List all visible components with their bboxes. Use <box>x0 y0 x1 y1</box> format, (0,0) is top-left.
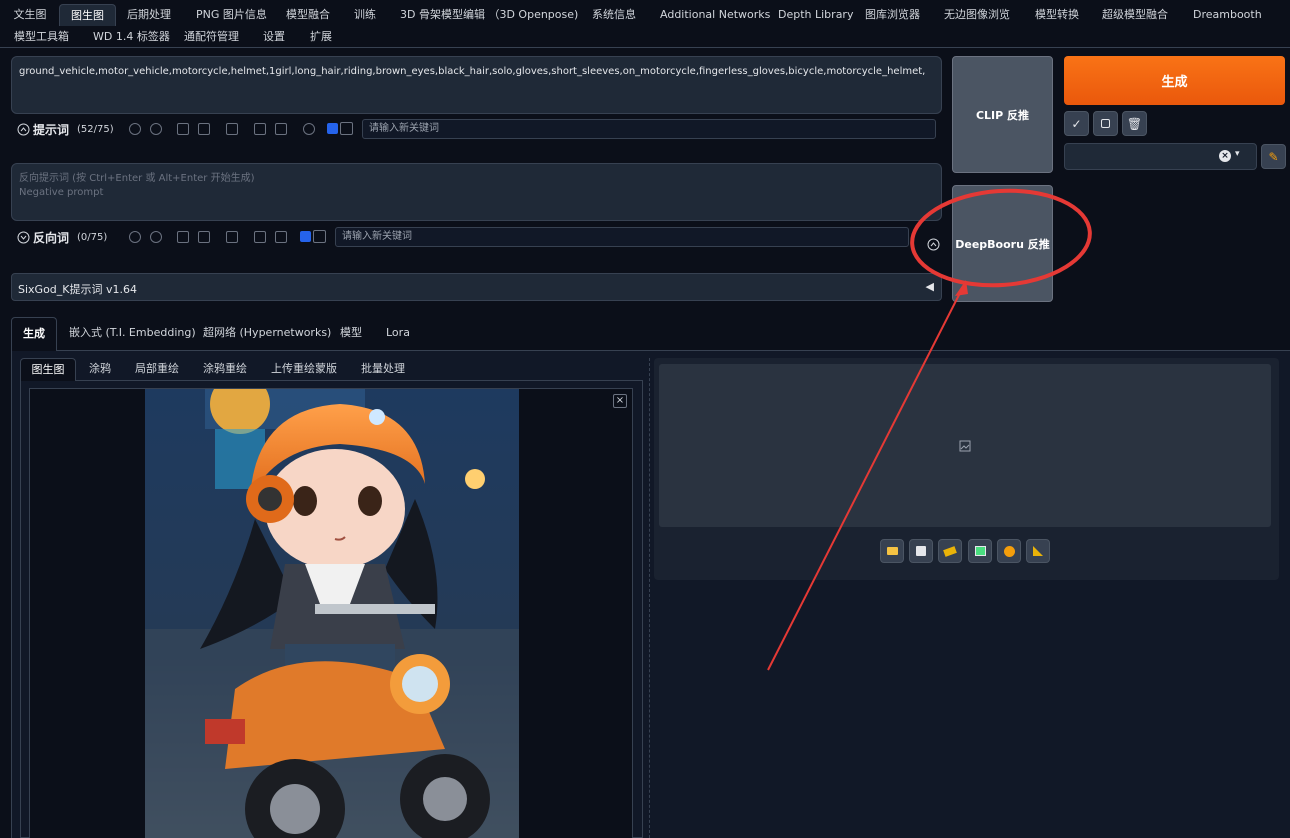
top-navigation: 文生图 图生图 后期处理 PNG 图片信息 模型融合 训练 3D 骨架模型编辑 … <box>0 0 1290 48</box>
tab-train[interactable]: 训练 <box>354 4 376 26</box>
tab-extras[interactable]: 后期处理 <box>127 4 171 26</box>
tab-checkpoints[interactable]: 模型 <box>340 322 362 344</box>
check-icon[interactable]: ✓ <box>1064 111 1089 136</box>
copy-icon[interactable] <box>254 231 266 243</box>
clear-icon[interactable]: × <box>1219 150 1231 162</box>
settings-icon[interactable] <box>303 123 315 135</box>
negative-toolbar: 反向词 (0/75) <box>17 226 107 248</box>
save-icon[interactable] <box>909 539 933 563</box>
tab-wildcards[interactable]: 通配符管理 <box>184 26 239 48</box>
output-gallery[interactable] <box>659 364 1271 527</box>
prompt-token-count: (52/75) <box>77 123 114 135</box>
ruler-icon[interactable] <box>1026 539 1050 563</box>
tab-depth-library[interactable]: Depth Library <box>778 4 853 26</box>
gear-icon[interactable] <box>150 123 162 135</box>
generate-button[interactable]: 生成 <box>1064 56 1285 105</box>
checkbox-icon[interactable] <box>300 231 311 242</box>
sixgod-label: SixGod_K提示词 v1.64 <box>18 283 137 296</box>
tab-model-toolkit[interactable]: 模型工具箱 <box>14 26 69 48</box>
globe-icon[interactable] <box>129 231 141 243</box>
edit-icon[interactable] <box>177 231 189 243</box>
tab-infinite-browser[interactable]: 无边图像浏览 <box>944 4 1010 26</box>
tab-generate[interactable]: 生成 <box>11 317 57 351</box>
swap-icon[interactable] <box>226 123 238 135</box>
swap-icon[interactable] <box>226 231 238 243</box>
panel-toggle-icon[interactable] <box>313 230 326 243</box>
prompt-label: 提示词 <box>33 122 70 137</box>
chevron-down-icon[interactable] <box>17 231 30 244</box>
tab-embedding[interactable]: 嵌入式 (T.I. Embedding) <box>69 322 196 344</box>
panel-toggle-icon[interactable] <box>340 122 353 135</box>
tab-sketch[interactable]: 涂鸦 <box>89 358 111 380</box>
checkbox-icon[interactable] <box>327 123 338 134</box>
tab-settings[interactable]: 设置 <box>263 26 285 48</box>
negative-placeholder: 反向提示词 (按 Ctrl+Enter 或 Alt+Enter 开始生成) <box>19 173 255 184</box>
collapse-icon[interactable] <box>927 238 940 251</box>
tab-checkpoint-merger[interactable]: 模型融合 <box>286 4 330 26</box>
clip-interrogate-button[interactable]: CLIP 反推 <box>952 56 1053 173</box>
chevron-up-icon[interactable] <box>17 123 30 136</box>
image-placeholder-icon <box>959 440 971 452</box>
tab-hypernetworks[interactable]: 超网络 (Hypernetworks) <box>203 322 331 344</box>
zip-icon[interactable] <box>938 539 962 563</box>
folder-icon[interactable] <box>880 539 904 563</box>
tab-png-info[interactable]: PNG 图片信息 <box>196 4 267 26</box>
prompt-toolbar: 提示词 (52/75) <box>17 118 114 140</box>
tab-dreambooth[interactable]: Dreambooth <box>1193 4 1262 26</box>
tab-batch[interactable]: 批量处理 <box>361 358 405 380</box>
tab-model-converter[interactable]: 模型转换 <box>1035 4 1079 26</box>
column-divider <box>649 358 650 838</box>
tab-3d-openpose[interactable]: 3D 骨架模型编辑 （3D Openpose) <box>400 4 578 26</box>
negative-keyword-input[interactable]: 请输入新关键词 <box>335 227 909 247</box>
styles-dropdown[interactable]: × ▾ <box>1064 143 1257 170</box>
sixgod-accordion[interactable]: SixGod_K提示词 v1.64 ◀ <box>11 273 942 301</box>
bookmark-icon[interactable] <box>198 123 210 135</box>
square-icon[interactable] <box>1093 111 1118 136</box>
copy-icon[interactable] <box>254 123 266 135</box>
negative-label: 反向词 <box>33 230 70 245</box>
tab-additional-networks[interactable]: Additional Networks <box>660 4 770 26</box>
tab-super-merger[interactable]: 超级模型融合 <box>1102 4 1168 26</box>
tab-txt2img[interactable]: 文生图 <box>8 4 52 26</box>
tab-wd14-tagger[interactable]: WD 1.4 标签器 <box>93 26 170 48</box>
collapse-arrow-icon: ◀ <box>925 280 934 293</box>
trash-icon[interactable] <box>275 231 287 243</box>
tab-lora[interactable]: Lora <box>386 322 410 344</box>
trash-icon[interactable]: 🗑 <box>1122 111 1147 136</box>
prompt-keyword-input[interactable]: 请输入新关键词 <box>362 119 936 139</box>
trash-icon[interactable] <box>275 123 287 135</box>
tab-image-browser[interactable]: 图库浏览器 <box>865 4 920 26</box>
tab-inpaint[interactable]: 局部重绘 <box>135 358 179 380</box>
tab-inpaint-sketch[interactable]: 涂鸦重绘 <box>203 358 247 380</box>
tab-system-info[interactable]: 系统信息 <box>592 4 636 26</box>
uploaded-image <box>145 389 519 838</box>
image-icon[interactable] <box>968 539 992 563</box>
close-icon[interactable]: × <box>613 394 627 408</box>
bookmark-icon[interactable] <box>198 231 210 243</box>
globe-icon[interactable] <box>129 123 141 135</box>
tab-img2img-sub[interactable]: 图生图 <box>20 358 76 381</box>
negative-token-count: (0/75) <box>77 231 108 243</box>
negative-prompt-textarea[interactable]: 反向提示词 (按 Ctrl+Enter 或 Alt+Enter 开始生成) Ne… <box>11 163 942 221</box>
dropdown-arrow-icon: ▾ <box>1235 149 1240 159</box>
prompt-textarea[interactable]: ground_vehicle,motor_vehicle,motorcycle,… <box>11 56 942 114</box>
palette-icon[interactable] <box>997 539 1021 563</box>
edit-icon[interactable] <box>177 123 189 135</box>
pencil-icon[interactable]: ✎ <box>1261 144 1286 169</box>
negative-placeholder-en: Negative prompt <box>19 187 104 198</box>
gear-icon[interactable] <box>150 231 162 243</box>
tab-extensions[interactable]: 扩展 <box>310 26 332 48</box>
tab-img2img[interactable]: 图生图 <box>59 4 116 26</box>
deepbooru-interrogate-button[interactable]: DeepBooru 反推 <box>952 185 1053 302</box>
tab-inpaint-upload[interactable]: 上传重绘蒙版 <box>271 358 337 380</box>
